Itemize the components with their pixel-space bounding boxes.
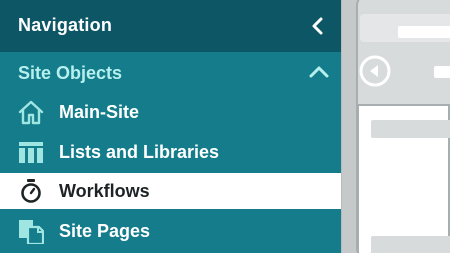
chevron-up-icon [309,66,329,78]
nav-item-label: Lists and Libraries [59,142,220,162]
device-chip [434,66,450,78]
back-arrow-icon [359,55,391,87]
device-header-tab [398,26,450,38]
columns-icon [18,139,44,165]
section-header-site-objects[interactable]: Site Objects [0,55,341,91]
nav-item-label: Site Pages [59,221,151,241]
nav-item-workflows[interactable]: Workflows [0,173,341,209]
collapse-navigation-button[interactable] [308,16,328,36]
nav-item-lists-and-libraries[interactable]: Lists and Libraries [0,134,341,170]
collapse-section-button[interactable] [308,63,330,81]
back-button[interactable] [359,55,391,87]
navigation-sidebar: Navigation Site Objects Main-Site Lists … [0,0,341,253]
nav-item-site-pages[interactable]: Site Pages [0,213,341,249]
nav-item-label: Main-Site [59,102,140,122]
device-content-panel [357,104,450,253]
nav-item-main-site[interactable]: Main-Site [0,94,341,130]
app-root: Navigation Site Objects Main-Site Lists … [0,0,450,253]
navigation-header: Navigation [0,0,341,52]
navigation-title: Navigation [18,15,113,35]
home-icon [18,99,44,125]
section-title: Site Objects [18,63,123,83]
content-bar [371,120,450,138]
pages-icon [18,218,45,246]
nav-item-label: Workflows [59,181,150,201]
chevron-left-icon [312,17,323,35]
stopwatch-icon [18,178,44,204]
content-bar [371,236,450,253]
